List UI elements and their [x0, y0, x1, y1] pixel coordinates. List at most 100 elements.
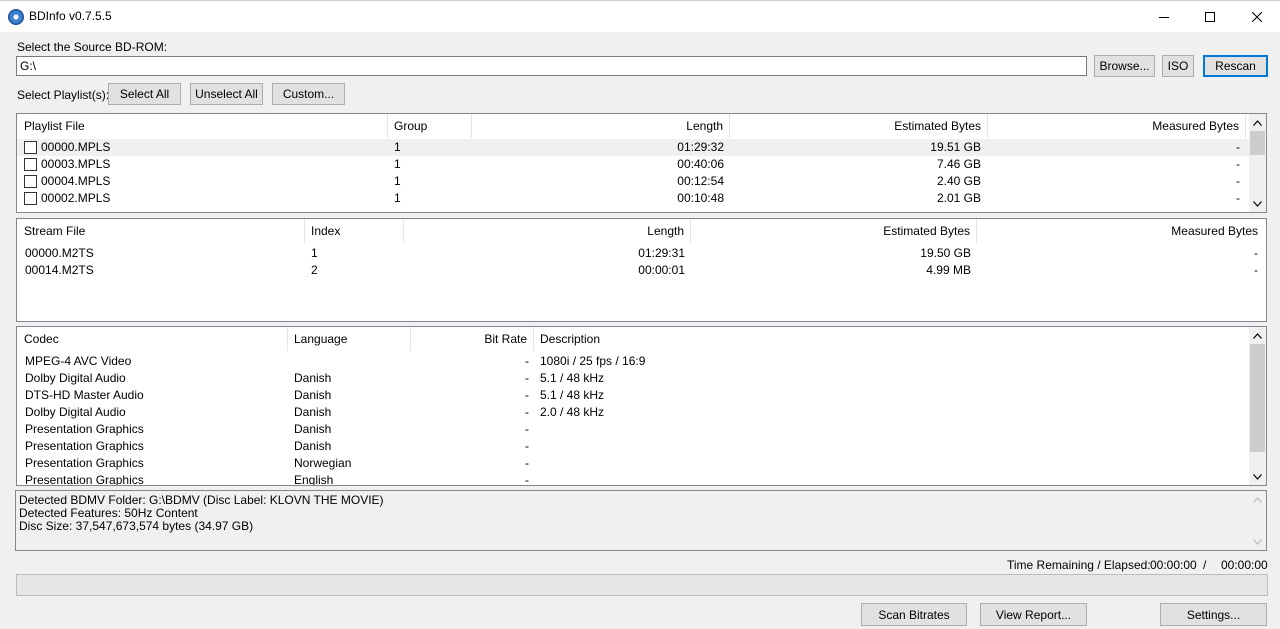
- length-cell: 01:29:31: [638, 246, 685, 260]
- time-label: Time Remaining / Elapsed:: [1007, 558, 1151, 572]
- iso-button[interactable]: ISO: [1162, 55, 1194, 77]
- group-cell: 1: [394, 174, 401, 188]
- codec-cell: Presentation Graphics: [25, 456, 144, 470]
- time-separator: /: [1203, 558, 1207, 572]
- length-cell: 00:12:54: [677, 174, 724, 188]
- minimize-button[interactable]: [1141, 1, 1187, 33]
- close-icon: [1252, 12, 1262, 22]
- stream-table: Stream File Index Length Estimated Bytes…: [16, 218, 1267, 322]
- language-cell: Danish: [294, 388, 332, 402]
- scan-bitrates-button[interactable]: Scan Bitrates: [861, 603, 967, 626]
- playlist-select-label: Select Playlist(s):: [17, 88, 110, 102]
- column-header-measured-bytes[interactable]: Measured Bytes: [988, 114, 1246, 138]
- codec-table: Codec Language Bit Rate Description MPEG…: [16, 326, 1267, 486]
- column-header-estimated-bytes[interactable]: Estimated Bytes: [691, 219, 977, 243]
- measured-bytes-cell: -: [1236, 191, 1240, 205]
- index-cell: 1: [311, 246, 318, 260]
- estimated-bytes-cell: 2.40 GB: [936, 174, 981, 188]
- log-line: Detected BDMV Folder: G:\BDMV (Disc Labe…: [19, 493, 384, 507]
- playlist-file-cell: 00004.MPLS: [41, 174, 111, 188]
- description-cell: 5.1 / 48 kHz: [540, 388, 605, 402]
- stream-file-cell: 00000.M2TS: [25, 246, 94, 260]
- scrollbar-thumb[interactable]: [1250, 131, 1265, 155]
- column-header-description[interactable]: Description: [534, 327, 1248, 351]
- custom-button[interactable]: Custom...: [272, 83, 345, 105]
- description-cell: 2.0 / 48 kHz: [540, 405, 605, 419]
- length-cell: 00:40:06: [677, 157, 724, 171]
- column-header-playlist-file[interactable]: Playlist File: [18, 114, 388, 138]
- log-textbox[interactable]: Detected BDMV Folder: G:\BDMV (Disc Labe…: [15, 490, 1267, 551]
- codec-cell: MPEG-4 AVC Video: [25, 354, 132, 368]
- playlist-checkbox[interactable]: [24, 141, 37, 154]
- minimize-icon: [1159, 17, 1169, 18]
- scroll-down-icon[interactable]: [1249, 195, 1266, 212]
- measured-bytes-cell: -: [1254, 263, 1258, 277]
- column-header-estimated-bytes[interactable]: Estimated Bytes: [730, 114, 988, 138]
- description-cell: 1080i / 25 fps / 16:9: [540, 354, 646, 368]
- column-header-length[interactable]: Length: [472, 114, 730, 138]
- bit-rate-cell: -: [525, 422, 529, 436]
- view-report-button[interactable]: View Report...: [980, 603, 1087, 626]
- playlist-table: Playlist File Group Length Estimated Byt…: [16, 113, 1267, 213]
- rescan-button[interactable]: Rescan: [1203, 55, 1268, 77]
- playlist-file-cell: 00002.MPLS: [41, 191, 111, 205]
- codec-cell: Presentation Graphics: [25, 422, 144, 436]
- source-label: Select the Source BD-ROM:: [17, 40, 168, 54]
- log-line: Disc Size: 37,547,673,574 bytes (34.97 G…: [19, 519, 254, 533]
- column-header-length[interactable]: Length: [404, 219, 691, 243]
- measured-bytes-cell: -: [1236, 174, 1240, 188]
- stream-file-cell: 00014.M2TS: [25, 263, 94, 277]
- scrollbar-thumb[interactable]: [1250, 344, 1265, 452]
- select-all-button[interactable]: Select All: [108, 83, 181, 105]
- scroll-up-icon[interactable]: [1249, 327, 1266, 344]
- bit-rate-cell: -: [525, 371, 529, 385]
- estimated-bytes-cell: 7.46 GB: [936, 157, 981, 171]
- playlist-scrollbar[interactable]: [1249, 114, 1266, 212]
- measured-bytes-cell: -: [1236, 157, 1240, 171]
- codec-cell: Presentation Graphics: [25, 439, 144, 453]
- column-header-index[interactable]: Index: [305, 219, 404, 243]
- group-cell: 1: [394, 191, 401, 205]
- column-header-codec[interactable]: Codec: [18, 327, 288, 351]
- log-scrollbar[interactable]: [1249, 491, 1266, 550]
- maximize-button[interactable]: [1187, 1, 1233, 33]
- estimated-bytes-cell: 2.01 GB: [936, 191, 981, 205]
- column-header-stream-file[interactable]: Stream File: [18, 219, 305, 243]
- playlist-checkbox[interactable]: [24, 158, 37, 171]
- unselect-all-button[interactable]: Unselect All: [190, 83, 263, 105]
- playlist-file-cell: 00000.MPLS: [41, 140, 111, 154]
- time-remaining: 00:00:00: [1150, 558, 1197, 572]
- maximize-icon: [1205, 12, 1215, 22]
- time-elapsed: 00:00:00: [1221, 558, 1268, 572]
- column-header-measured-bytes[interactable]: Measured Bytes: [977, 219, 1264, 243]
- scroll-up-icon[interactable]: [1249, 491, 1266, 508]
- settings-button[interactable]: Settings...: [1160, 603, 1267, 626]
- window-title: BDInfo v0.7.5.5: [29, 9, 112, 23]
- column-header-language[interactable]: Language: [288, 327, 411, 351]
- estimated-bytes-cell: 19.50 GB: [920, 246, 971, 260]
- bdinfo-disc-icon: [8, 9, 24, 25]
- language-cell: Danish: [294, 405, 332, 419]
- scroll-up-icon[interactable]: [1249, 114, 1266, 131]
- description-cell: 5.1 / 48 kHz: [540, 371, 605, 385]
- bit-rate-cell: -: [525, 439, 529, 453]
- scroll-down-icon[interactable]: [1249, 533, 1266, 550]
- browse-button[interactable]: Browse...: [1094, 55, 1155, 77]
- playlist-checkbox[interactable]: [24, 175, 37, 188]
- language-cell: Norwegian: [294, 456, 352, 470]
- group-cell: 1: [394, 140, 401, 154]
- codec-scrollbar[interactable]: [1249, 327, 1266, 485]
- bit-rate-cell: -: [525, 456, 529, 470]
- scroll-down-icon[interactable]: [1249, 468, 1266, 485]
- length-cell: 00:00:01: [638, 263, 685, 277]
- length-cell: 01:29:32: [677, 140, 724, 154]
- language-cell: Danish: [294, 422, 332, 436]
- close-button[interactable]: [1234, 1, 1280, 33]
- source-path-input[interactable]: [16, 56, 1087, 76]
- measured-bytes-cell: -: [1236, 140, 1240, 154]
- column-header-group[interactable]: Group: [388, 114, 472, 138]
- language-cell: Danish: [294, 371, 332, 385]
- column-header-bit-rate[interactable]: Bit Rate: [411, 327, 534, 351]
- playlist-checkbox[interactable]: [24, 192, 37, 205]
- estimated-bytes-cell: 19.51 GB: [930, 140, 981, 154]
